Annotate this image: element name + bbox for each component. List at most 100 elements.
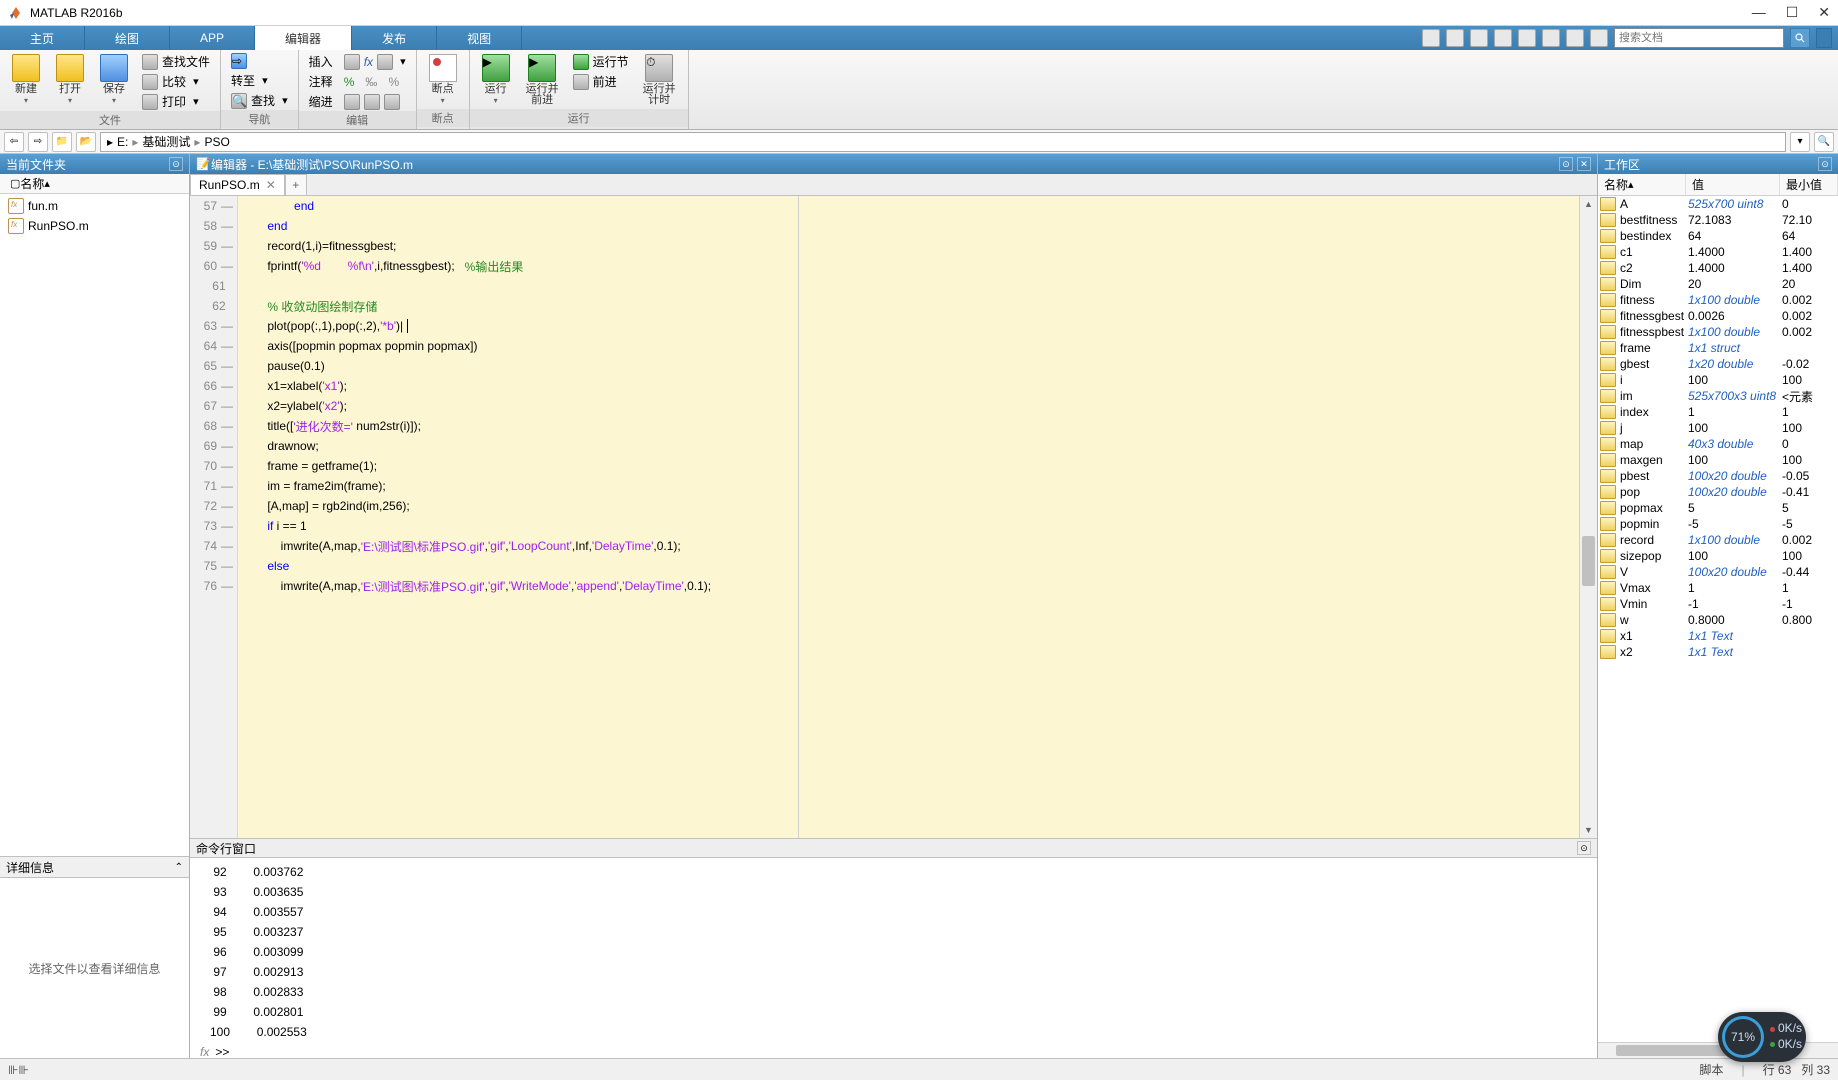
find-button[interactable]: 🔍查找 ▾ — [227, 91, 292, 110]
workspace-var[interactable]: x21x1 Text — [1598, 644, 1838, 660]
workspace-var[interactable]: im525x700x3 uint8<元素 — [1598, 388, 1838, 404]
workspace-var[interactable]: pbest100x20 double-0.05 — [1598, 468, 1838, 484]
panel-menu-button[interactable]: ⊙ — [169, 157, 183, 171]
run-button[interactable]: ▶运行▾ — [476, 52, 516, 107]
path-search-button[interactable]: 🔍 — [1814, 132, 1834, 152]
workspace-var[interactable]: V100x20 double-0.44 — [1598, 564, 1838, 580]
performance-widget[interactable]: 71% 0K/s 0K/s — [1718, 1012, 1806, 1062]
workspace-var[interactable]: i100100 — [1598, 372, 1838, 388]
workspace-var[interactable]: popmin-5-5 — [1598, 516, 1838, 532]
main-area: 当前文件夹 ⊙ ▢ 名称 ▴ fun.mRunPSO.m 详细信息⌃ 选择文件以… — [0, 154, 1838, 1058]
editor-tab-add[interactable]: + — [285, 174, 307, 195]
workspace-var[interactable]: maxgen100100 — [1598, 452, 1838, 468]
variable-icon — [1600, 373, 1616, 387]
workspace-var[interactable]: c21.40001.400 — [1598, 260, 1838, 276]
tab-close-icon[interactable]: ✕ — [266, 178, 276, 192]
editor-close-button[interactable]: ✕ — [1577, 157, 1591, 171]
maximize-button[interactable]: ☐ — [1786, 4, 1799, 21]
workspace-var[interactable]: record1x100 double0.002 — [1598, 532, 1838, 548]
editor-body[interactable]: 57—58—59—60—61 62 63—64—65—66—67—68—69—7… — [190, 196, 1597, 838]
workspace-var[interactable]: Vmin-1-1 — [1598, 596, 1838, 612]
goto-button[interactable]: ⇨ — [227, 52, 292, 70]
col-name[interactable]: 名称 ▴ — [1598, 174, 1686, 195]
editor-tab-runpso[interactable]: RunPSO.m✕ — [190, 174, 285, 195]
doc-search-button[interactable] — [1790, 28, 1810, 48]
workspace-var[interactable]: popmax55 — [1598, 500, 1838, 516]
editor-scrollbar[interactable]: ▲▼ — [1579, 196, 1597, 838]
path-box[interactable]: ▸E:▸基础测试▸PSO — [100, 132, 1786, 152]
help-icon[interactable] — [1590, 29, 1608, 47]
workspace-var[interactable]: Vmax11 — [1598, 580, 1838, 596]
nav-fwd-button[interactable]: ⇨ — [28, 132, 48, 152]
workspace-header: 工作区 ⊙ — [1598, 154, 1838, 174]
minimize-button[interactable]: — — [1752, 4, 1766, 21]
paste-icon[interactable] — [1518, 29, 1536, 47]
file-item[interactable]: RunPSO.m — [2, 216, 187, 236]
breakpoints-button[interactable]: 断点▾ — [423, 52, 463, 107]
copy-icon[interactable] — [1494, 29, 1512, 47]
workspace-var[interactable]: frame1x1 struct — [1598, 340, 1838, 356]
cmd-menu-button[interactable]: ⊙ — [1577, 841, 1591, 855]
command-window-body[interactable]: 92 0.003762 93 0.003635 94 0.003557 95 0… — [190, 858, 1597, 1058]
toolstrip-tabs: 主页绘图APP编辑器发布视图 — [0, 26, 1838, 50]
toolstrip-tab-2[interactable]: APP — [170, 26, 255, 50]
workspace-var[interactable]: bestindex6464 — [1598, 228, 1838, 244]
toolstrip-group-file: 新建▾ 打开▾ 保存▾ 查找文件 比较 ▾ 打印 ▾ 文件 — [0, 50, 221, 129]
col-min[interactable]: 最小值 — [1780, 174, 1838, 195]
workspace-var[interactable]: sizepop100100 — [1598, 548, 1838, 564]
file-name-column[interactable]: ▢ 名称 ▴ — [0, 174, 189, 194]
busy-indicator: ⊪⊪ — [8, 1063, 29, 1077]
path-dropdown-button[interactable]: ▾ — [1790, 132, 1810, 152]
goto-menu[interactable]: 转至 ▾ — [227, 71, 292, 90]
workspace-var[interactable]: fitnessgbest0.00260.002 — [1598, 308, 1838, 324]
workspace-menu-button[interactable]: ⊙ — [1818, 157, 1832, 171]
editor-code[interactable]: end end record(1,i)=fitnessgbest; fprint… — [238, 196, 1597, 838]
workspace-var[interactable]: w0.80000.800 — [1598, 612, 1838, 628]
new-button[interactable]: 新建▾ — [6, 52, 46, 107]
workspace-var[interactable]: Dim2020 — [1598, 276, 1838, 292]
col-value[interactable]: 值 — [1686, 174, 1780, 195]
editor-dock-button[interactable]: ⊙ — [1559, 157, 1573, 171]
doc-search-input[interactable] — [1614, 28, 1784, 48]
print-button[interactable]: 打印 ▾ — [138, 92, 214, 111]
toolstrip-tab-0[interactable]: 主页 — [0, 26, 85, 50]
save-layout-icon[interactable] — [1446, 29, 1464, 47]
find-files-button[interactable]: 查找文件 — [138, 52, 214, 71]
run-time-button[interactable]: ⏱运行并 计时 — [637, 52, 682, 108]
workspace-var[interactable]: bestfitness72.108372.10 — [1598, 212, 1838, 228]
redo-icon[interactable] — [1566, 29, 1584, 47]
file-list: fun.mRunPSO.m — [0, 194, 189, 856]
workspace-var[interactable]: fitnesspbest1x100 double0.002 — [1598, 324, 1838, 340]
toolstrip-tab-1[interactable]: 绘图 — [85, 26, 170, 50]
toolstrip-tab-3[interactable]: 编辑器 — [255, 26, 352, 50]
workspace-var[interactable]: pop100x20 double-0.41 — [1598, 484, 1838, 500]
variable-icon — [1600, 421, 1616, 435]
workspace-var[interactable]: gbest1x20 double-0.02 — [1598, 356, 1838, 372]
undo-icon[interactable] — [1542, 29, 1560, 47]
save-button[interactable]: 保存▾ — [94, 52, 134, 107]
toolstrip-tab-4[interactable]: 发布 — [352, 26, 437, 50]
details-header[interactable]: 详细信息⌃ — [0, 856, 189, 878]
variable-icon — [1600, 245, 1616, 259]
layout-icon[interactable] — [1422, 29, 1440, 47]
run-section-button[interactable]: 运行节 — [569, 52, 633, 71]
workspace-var[interactable]: index11 — [1598, 404, 1838, 420]
file-item[interactable]: fun.m — [2, 196, 187, 216]
workspace-var[interactable]: x11x1 Text — [1598, 628, 1838, 644]
nav-up-button[interactable]: 📁 — [52, 132, 72, 152]
workspace-var[interactable]: c11.40001.400 — [1598, 244, 1838, 260]
nav-history-button[interactable]: 📂 — [76, 132, 96, 152]
advance-button[interactable]: 前进 — [569, 72, 633, 91]
cut-icon[interactable] — [1470, 29, 1488, 47]
run-advance-button[interactable]: ▶运行并 前进 — [520, 52, 565, 108]
nav-back-button[interactable]: ⇦ — [4, 132, 24, 152]
workspace-var[interactable]: fitness1x100 double0.002 — [1598, 292, 1838, 308]
close-button[interactable]: ✕ — [1818, 4, 1830, 21]
expand-toolstrip-button[interactable] — [1816, 28, 1832, 48]
compare-button[interactable]: 比较 ▾ — [138, 72, 214, 91]
open-button[interactable]: 打开▾ — [50, 52, 90, 107]
workspace-var[interactable]: A525x700 uint80 — [1598, 196, 1838, 212]
workspace-var[interactable]: map40x3 double0 — [1598, 436, 1838, 452]
toolstrip-tab-5[interactable]: 视图 — [437, 26, 522, 50]
workspace-var[interactable]: j100100 — [1598, 420, 1838, 436]
